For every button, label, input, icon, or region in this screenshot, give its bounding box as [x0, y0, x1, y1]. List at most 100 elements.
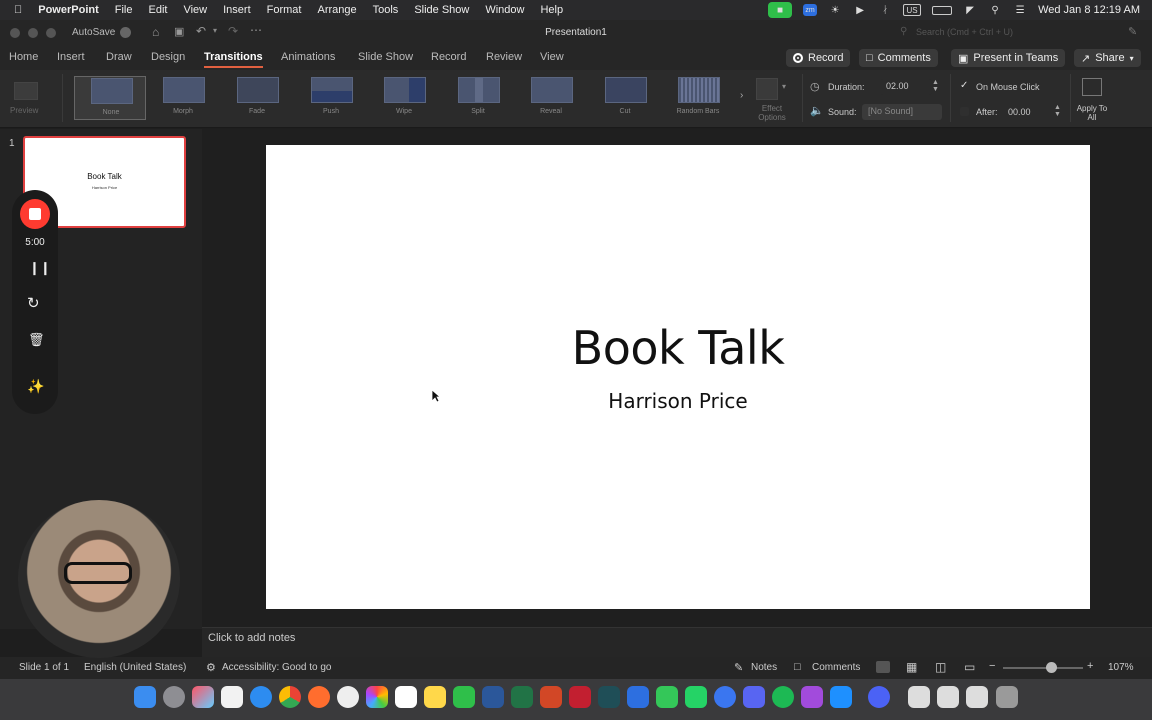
discord-icon[interactable] — [743, 686, 765, 708]
transition-fade[interactable]: Fade — [221, 76, 293, 120]
chrome-icon[interactable] — [279, 686, 301, 708]
system-settings-icon[interactable] — [163, 686, 185, 708]
transition-wipe[interactable]: Wipe — [368, 76, 440, 120]
share-button[interactable]: ↗ Share ▾ — [1074, 49, 1141, 67]
tab-draw[interactable]: Draw — [106, 51, 132, 63]
slide-sorter-icon[interactable]: ▦ — [906, 660, 917, 674]
recent-window-icon[interactable] — [937, 686, 959, 708]
menu-view[interactable]: View — [175, 4, 215, 16]
bluetooth-icon[interactable]: ᛅ — [878, 4, 892, 16]
delete-icon[interactable]: 🗑 — [28, 332, 45, 348]
present-in-teams-button[interactable]: ▣ Present in Teams — [951, 49, 1066, 67]
notes-app-icon[interactable] — [424, 686, 446, 708]
word-icon[interactable] — [482, 686, 504, 708]
notes-toggle[interactable]: Notes — [751, 662, 777, 673]
podcasts-icon[interactable] — [801, 686, 823, 708]
menu-format[interactable]: Format — [259, 4, 310, 16]
messages-icon[interactable] — [656, 686, 678, 708]
spotlight-icon[interactable]: ⚲ — [988, 4, 1002, 16]
tab-insert[interactable]: Insert — [57, 51, 85, 63]
transition-none[interactable]: None — [74, 76, 146, 120]
tab-view[interactable]: View — [540, 51, 564, 63]
zotero-icon[interactable] — [569, 686, 591, 708]
apply-to-all-button[interactable]: Apply To All — [1076, 76, 1108, 126]
transition-morph[interactable]: Morph — [147, 76, 219, 120]
webcam-preview[interactable] — [18, 500, 180, 658]
tab-home[interactable]: Home — [9, 51, 38, 63]
accessibility-status[interactable]: Accessibility: Good to go — [222, 662, 332, 673]
finder-icon[interactable] — [134, 686, 156, 708]
pause-icon[interactable]: ❙❙ — [29, 260, 51, 276]
menu-file[interactable]: File — [107, 4, 141, 16]
safari-icon[interactable] — [250, 686, 272, 708]
menu-tools[interactable]: Tools — [365, 4, 407, 16]
recent-window-icon[interactable] — [966, 686, 988, 708]
photos-icon[interactable] — [366, 686, 388, 708]
powerpoint-icon[interactable] — [540, 686, 562, 708]
comments-button[interactable]: □ Comments — [859, 49, 938, 67]
normal-view-icon[interactable] — [876, 661, 890, 673]
battery-icon[interactable] — [932, 5, 953, 15]
zoom-slider-thumb[interactable] — [1046, 662, 1057, 673]
firefox-icon[interactable] — [308, 686, 330, 708]
tab-review[interactable]: Review — [486, 51, 522, 63]
transition-split[interactable]: Split — [442, 76, 514, 120]
tab-record[interactable]: Record — [431, 51, 466, 63]
keyboard-layout[interactable]: US — [903, 4, 922, 16]
restart-icon[interactable]: ↻ — [27, 294, 40, 312]
launchpad-icon[interactable] — [192, 686, 214, 708]
zoom-level[interactable]: 107% — [1108, 662, 1134, 673]
facetime-icon[interactable]: ■ — [768, 2, 793, 18]
tab-transitions[interactable]: Transitions — [204, 51, 263, 68]
trash-icon[interactable] — [996, 686, 1018, 708]
transition-push[interactable]: Push — [295, 76, 367, 120]
control-center-icon[interactable]: ☰ — [1013, 4, 1027, 16]
menu-help[interactable]: Help — [532, 4, 571, 16]
effect-options-button[interactable]: ▾ Effect Options — [752, 76, 796, 126]
transition-random-bars[interactable]: Random Bars — [662, 76, 734, 120]
wifi-icon[interactable]: ◤ — [963, 4, 977, 16]
notes-icon[interactable]: ✎ — [734, 661, 743, 674]
transition-reveal[interactable]: Reveal — [515, 76, 587, 120]
zoom-tray-icon[interactable]: zm — [803, 4, 818, 16]
tab-animations[interactable]: Animations — [281, 51, 335, 63]
calendar-icon[interactable] — [395, 686, 417, 708]
tab-design[interactable]: Design — [151, 51, 185, 63]
feedback-icon[interactable]: ✎ — [1128, 25, 1137, 38]
zoom-in-icon[interactable]: + — [1087, 660, 1093, 672]
whatsapp-icon[interactable] — [685, 686, 707, 708]
gallery-scroll-right-icon[interactable]: › — [740, 90, 743, 101]
notes-pane[interactable]: Click to add notes — [202, 627, 1152, 657]
menu-window[interactable]: Window — [477, 4, 532, 16]
apple-icon[interactable]:  — [0, 4, 30, 16]
drawing-tools-icon[interactable]: ✨ — [27, 378, 44, 395]
language-status[interactable]: English (United States) — [84, 662, 186, 673]
slide-subtitle[interactable]: Harrison Price — [266, 389, 1090, 413]
menu-app-name[interactable]: PowerPoint — [30, 4, 107, 16]
zoom-icon[interactable] — [627, 686, 649, 708]
duration-input[interactable]: 02.00 — [880, 79, 932, 95]
reminders-icon[interactable] — [221, 686, 243, 708]
spotify-icon[interactable] — [772, 686, 794, 708]
menu-edit[interactable]: Edit — [141, 4, 176, 16]
search-icon[interactable]: ⚲ — [900, 26, 907, 37]
slideshow-icon[interactable]: ▭ — [964, 660, 975, 674]
menu-slide-show[interactable]: Slide Show — [406, 4, 477, 16]
tab-slide-show[interactable]: Slide Show — [358, 51, 413, 63]
preview-button[interactable]: Preview — [6, 76, 46, 120]
signal-icon[interactable] — [714, 686, 736, 708]
sound-select[interactable]: [No Sound] — [862, 104, 942, 120]
after-input[interactable]: 00.00 — [1008, 107, 1031, 117]
recent-window-icon[interactable] — [908, 686, 930, 708]
reading-view-icon[interactable]: ◫ — [935, 660, 946, 674]
chatgpt-icon[interactable] — [337, 686, 359, 708]
app-store-icon[interactable] — [830, 686, 852, 708]
comments-toggle[interactable]: Comments — [812, 662, 860, 673]
menu-arrange[interactable]: Arrange — [309, 4, 364, 16]
accessibility-icon[interactable]: ⚙ — [206, 661, 216, 674]
screen-recorder-icon[interactable] — [868, 686, 890, 708]
stop-recording-button[interactable] — [20, 199, 50, 229]
slide-canvas[interactable]: Book Talk Harrison Price — [266, 145, 1090, 609]
transition-cut[interactable]: Cut — [589, 76, 661, 120]
brightness-icon[interactable]: ☀ — [828, 4, 842, 16]
